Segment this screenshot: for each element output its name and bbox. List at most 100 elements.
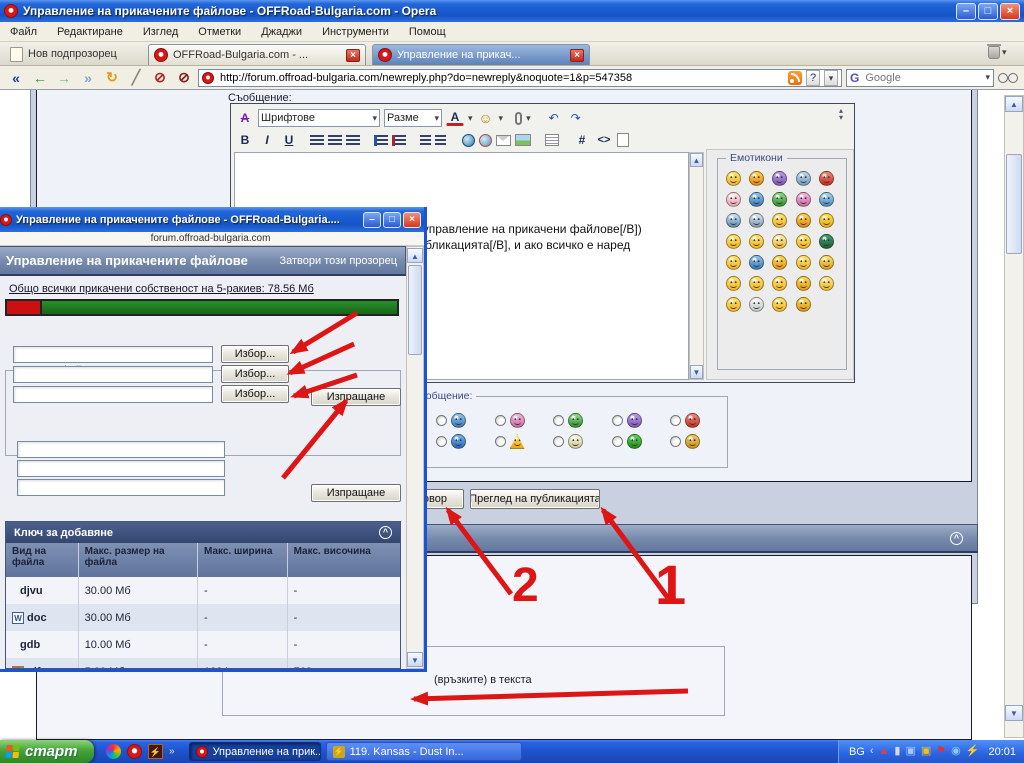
align-left-icon[interactable] bbox=[310, 134, 324, 146]
menu-item[interactable]: Изглед bbox=[143, 26, 178, 38]
radio-icon[interactable] bbox=[611, 415, 623, 426]
smiley-icon[interactable] bbox=[772, 276, 788, 291]
smiley-icon[interactable] bbox=[749, 213, 765, 228]
popup-minimize-button[interactable]: – bbox=[363, 211, 381, 228]
radio-icon[interactable] bbox=[670, 436, 682, 447]
radio-icon[interactable] bbox=[494, 436, 506, 447]
smiley-icon[interactable] bbox=[726, 234, 741, 249]
page-scrollbar[interactable]: ▲ ▼ bbox=[1004, 95, 1024, 738]
tray-network-icon[interactable]: ▣ bbox=[905, 746, 915, 757]
search-input[interactable] bbox=[863, 70, 982, 85]
menu-item[interactable]: Помощ bbox=[409, 26, 446, 38]
start-button[interactable]: старт bbox=[0, 740, 94, 763]
browse-button-3[interactable]: Избор... bbox=[221, 385, 289, 403]
address-dropdown-icon[interactable]: ▾ bbox=[824, 69, 838, 86]
toolbar-resize-arrows[interactable]: ▴ ▾ bbox=[839, 107, 843, 122]
browse-button-2[interactable]: Избор... bbox=[221, 365, 289, 383]
smiley-icon[interactable] bbox=[772, 297, 788, 312]
search-dropdown-icon[interactable]: ▾ bbox=[985, 72, 990, 83]
quicklaunch-opera-icon[interactable] bbox=[127, 744, 142, 759]
upload-url-button[interactable]: Изпращане bbox=[311, 484, 401, 502]
popup-scrollbar[interactable]: ▲ ▼ bbox=[406, 246, 424, 669]
quicklaunch-media-icon[interactable] bbox=[106, 744, 121, 759]
minimize-button[interactable]: – bbox=[956, 2, 976, 20]
tray-triangle-icon[interactable]: ▲ bbox=[879, 746, 890, 757]
smiley-icon[interactable] bbox=[818, 234, 834, 249]
post-icon-option[interactable] bbox=[436, 434, 477, 449]
radio-icon[interactable] bbox=[553, 415, 565, 426]
wrap-page-icon[interactable] bbox=[617, 133, 629, 147]
tray-winamp-icon[interactable]: ⚡ bbox=[966, 746, 980, 757]
smiley-icon[interactable] bbox=[818, 276, 834, 291]
font-color-icon[interactable]: A bbox=[446, 110, 464, 126]
bold-icon[interactable]: B bbox=[236, 132, 254, 148]
new-tab-button[interactable]: Нов подпрозорец bbox=[4, 45, 123, 63]
page-scroll-thumb[interactable] bbox=[1006, 154, 1022, 254]
popup-close-button[interactable]: × bbox=[403, 211, 421, 228]
smiley-icon[interactable] bbox=[772, 171, 788, 186]
smiley-icon[interactable] bbox=[726, 297, 741, 312]
smiley-icon[interactable] bbox=[795, 192, 811, 207]
scroll-up-icon[interactable]: ▲ bbox=[690, 153, 703, 167]
smiley-icon[interactable] bbox=[749, 297, 765, 312]
smiley-icon[interactable] bbox=[749, 234, 765, 249]
popup-close-window-link[interactable]: Затвори този прозорец bbox=[279, 255, 397, 267]
post-icon-option[interactable] bbox=[553, 413, 594, 428]
smiley-icon[interactable] bbox=[795, 171, 811, 186]
menu-item[interactable]: Отметки bbox=[198, 26, 241, 38]
file-input-2[interactable] bbox=[13, 366, 213, 383]
smiley-icon[interactable] bbox=[726, 213, 741, 228]
close-button[interactable]: × bbox=[1000, 2, 1020, 20]
task-opera[interactable]: Управление на прик... bbox=[188, 742, 321, 761]
insert-email-icon[interactable] bbox=[496, 134, 511, 146]
post-icon-option[interactable] bbox=[670, 413, 711, 428]
restore-button[interactable]: □ bbox=[978, 2, 998, 20]
post-icon-option[interactable] bbox=[611, 434, 653, 449]
smiley-icon[interactable] bbox=[818, 255, 834, 270]
page-scroll-down-icon[interactable]: ▼ bbox=[1005, 705, 1023, 721]
quote-icon[interactable] bbox=[545, 134, 559, 146]
smiley-icon[interactable] bbox=[795, 297, 811, 312]
post-icon-option[interactable] bbox=[553, 434, 594, 449]
popup-scroll-up-icon[interactable]: ▲ bbox=[407, 248, 423, 263]
post-icon-option[interactable] bbox=[436, 413, 477, 428]
radio-icon[interactable] bbox=[670, 415, 682, 426]
radio-icon[interactable] bbox=[553, 436, 565, 447]
tray-clock-icon[interactable]: ◉ bbox=[951, 746, 961, 757]
smiley-icon[interactable] bbox=[749, 255, 765, 270]
reload-icon[interactable]: ↻ bbox=[102, 69, 122, 86]
smiley-icon[interactable] bbox=[749, 192, 765, 207]
smiley-icon[interactable] bbox=[818, 213, 834, 228]
smiley-icon[interactable] bbox=[795, 255, 811, 270]
smiley-icon[interactable] bbox=[749, 171, 765, 186]
popup-scroll-thumb[interactable] bbox=[408, 265, 422, 355]
popup-scroll-down-icon[interactable]: ▼ bbox=[407, 652, 423, 667]
remove-format-icon[interactable]: A bbox=[236, 110, 254, 126]
menu-item[interactable]: Джаджи bbox=[261, 26, 302, 38]
menu-item[interactable]: Редактиране bbox=[57, 26, 123, 38]
tab-offroad[interactable]: OFFRoad-Bulgaria.com - ... × bbox=[148, 44, 366, 65]
attach-dropdown-icon[interactable]: ▾ bbox=[526, 113, 531, 124]
closed-tabs-trash[interactable]: ▾ bbox=[987, 44, 1007, 59]
blocked-content2-icon[interactable]: ⊘ bbox=[174, 69, 194, 86]
url-input-2[interactable] bbox=[17, 460, 225, 477]
post-icon-option[interactable] bbox=[611, 413, 653, 428]
rss-icon[interactable] bbox=[788, 70, 802, 85]
rewind-icon[interactable]: « bbox=[6, 70, 26, 86]
insert-link-icon[interactable] bbox=[462, 133, 475, 147]
collapse-icon[interactable]: ^ bbox=[950, 532, 963, 545]
back-icon[interactable]: ← bbox=[30, 70, 50, 86]
url-input-1[interactable] bbox=[17, 441, 225, 458]
quicklaunch-winamp-icon[interactable]: ⚡ bbox=[148, 744, 163, 759]
menu-item[interactable]: Инструменти bbox=[322, 26, 389, 38]
radio-icon[interactable] bbox=[436, 415, 447, 426]
smiley-icon[interactable] bbox=[818, 192, 834, 207]
attach-icon[interactable] bbox=[515, 111, 523, 125]
file-input-3[interactable] bbox=[13, 386, 213, 403]
smilies-dropdown-icon[interactable]: ▾ bbox=[499, 113, 504, 124]
smiley-icon[interactable] bbox=[795, 213, 811, 228]
smiley-icon[interactable] bbox=[772, 255, 788, 270]
smiley-icon[interactable] bbox=[772, 213, 788, 228]
post-icon-option[interactable] bbox=[494, 413, 536, 428]
remove-link-icon[interactable] bbox=[479, 133, 492, 147]
